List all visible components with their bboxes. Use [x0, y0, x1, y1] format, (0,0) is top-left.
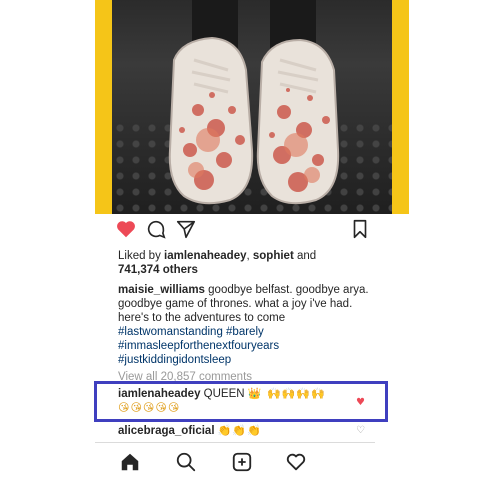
liker-link[interactable]: sophiet [253, 250, 294, 262]
comment-like-outline-icon[interactable]: ♡ [356, 425, 365, 436]
likes-and: and [293, 250, 317, 262]
post-photo-frame [95, 0, 409, 214]
home-icon[interactable] [119, 451, 141, 473]
post-photo[interactable] [112, 0, 392, 214]
heart-outline-icon[interactable] [285, 451, 307, 473]
hashtag-link[interactable]: #lastwomanstanding #barely [118, 325, 380, 339]
comment-emoji: 😘😘😘😘😘 [118, 401, 181, 414]
comment-row: alicebraga_oficial 👏👏👏 [118, 424, 376, 438]
search-icon[interactable] [175, 451, 197, 473]
author-username[interactable]: maisie_williams [118, 284, 205, 296]
paper-plane-icon[interactable] [175, 218, 197, 240]
bookmark-icon[interactable] [349, 218, 371, 240]
comment-like-filled-icon[interactable]: ♥ [356, 397, 365, 408]
likes-count[interactable]: 741,374 others [118, 263, 380, 277]
comment-bubble-icon[interactable] [145, 218, 167, 240]
comment-emoji: 👏👏👏 [217, 424, 262, 437]
post-actions [95, 214, 375, 244]
likes-line: Liked by iamlenaheadey, sophiet and [118, 249, 380, 263]
caption-body: maisie_williams goodbye belfast. goodbye… [118, 283, 380, 325]
bottom-tab-bar [95, 442, 375, 481]
sneakers-image [168, 0, 340, 205]
likes-prefix: Liked by [118, 250, 165, 262]
comment-emoji: 👑 🙌🙌🙌🙌 [247, 387, 326, 400]
comment-username[interactable]: iamlenaheadey [118, 388, 200, 400]
hashtag-link[interactable]: #immasleepforthenextfouryears [118, 339, 380, 353]
hashtag-link[interactable]: #justkiddingidontsleep [118, 353, 380, 367]
post-caption: Liked by iamlenaheadey, sophiet and 741,… [118, 249, 380, 384]
comment-username[interactable]: alicebraga_oficial [118, 425, 215, 437]
comment-text: QUEEN [200, 388, 248, 400]
add-post-icon[interactable] [231, 451, 253, 473]
comment-row: iamlenaheadey QUEEN 👑 🙌🙌🙌🙌 😘😘😘😘😘 [118, 387, 376, 415]
liker-link[interactable]: iamlenaheadey [164, 250, 246, 262]
heart-filled-icon[interactable] [115, 218, 137, 240]
